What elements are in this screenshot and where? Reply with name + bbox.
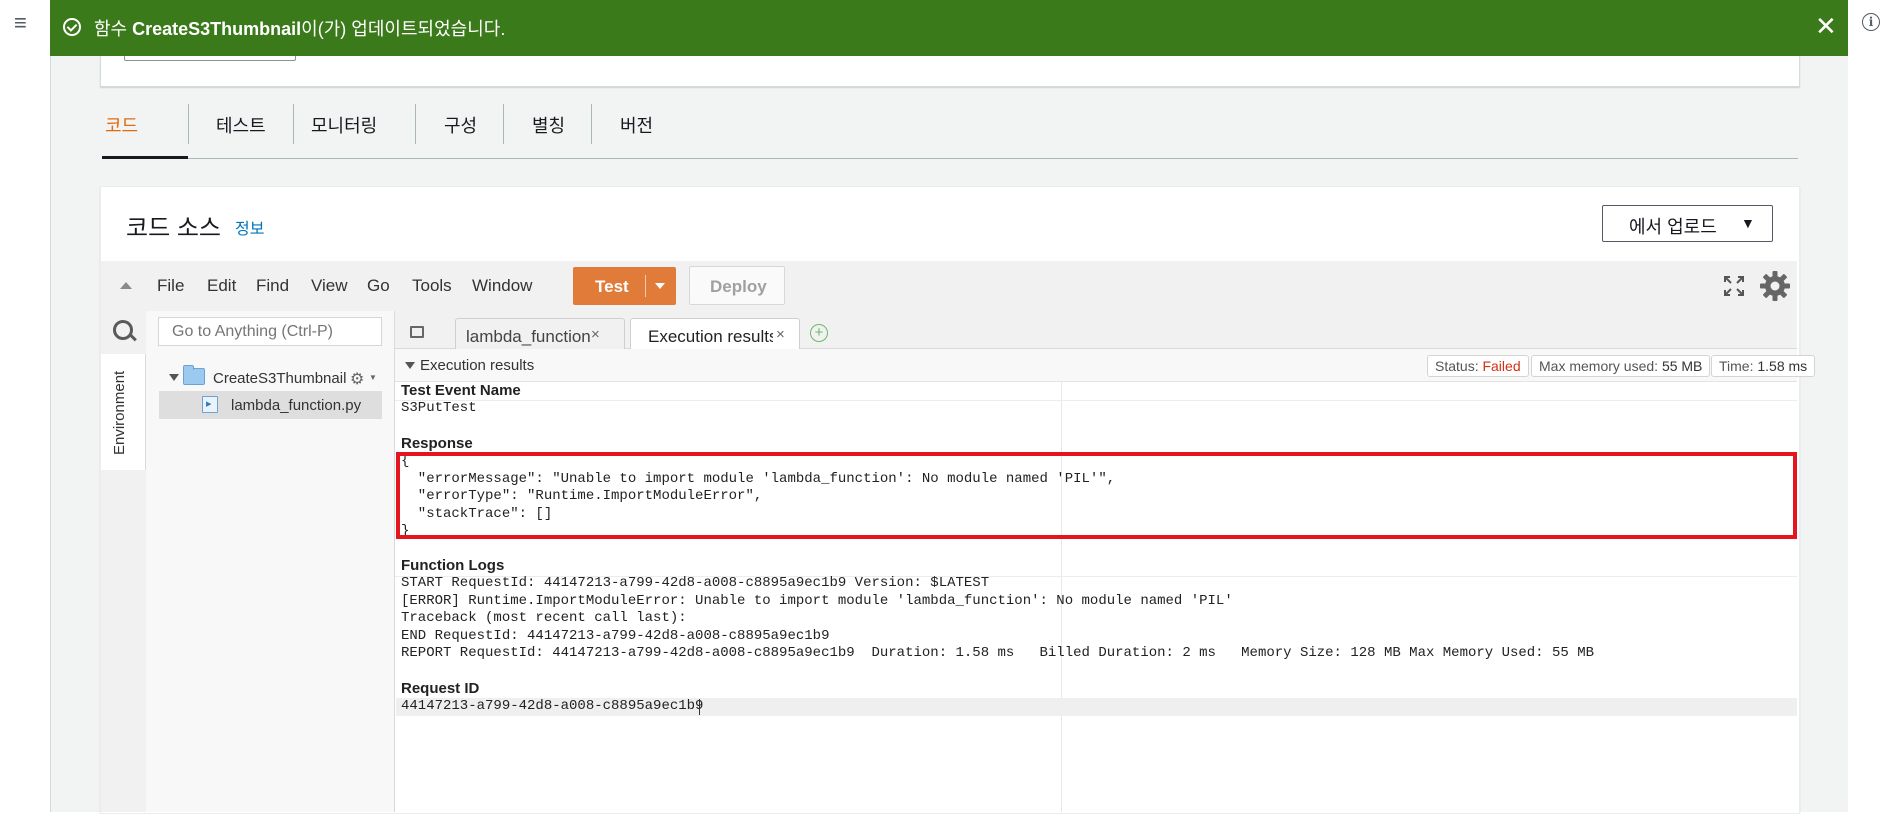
close-icon[interactable]: × (591, 326, 600, 343)
tab-monitoring[interactable]: 모니터링 (293, 100, 415, 160)
caret-down-icon[interactable]: ▼ (369, 373, 377, 382)
menu-tools[interactable]: Tools (412, 276, 452, 296)
deploy-button[interactable]: Deploy (689, 266, 785, 305)
divider (395, 400, 1797, 401)
menu-edit[interactable]: Edit (207, 276, 236, 296)
tab-label: 모니터링 (311, 116, 378, 136)
response-heading: Response (401, 435, 473, 452)
tree-expand-icon[interactable] (169, 374, 179, 381)
request-id-value: 44147213-a799-42d8-a008-c8895a9ec1b9 (401, 698, 704, 714)
time-value: 1.58 ms (1757, 358, 1808, 374)
tab-versions[interactable]: 버전 (591, 100, 679, 160)
success-check-icon (63, 18, 81, 36)
file-name[interactable]: lambda_function.py (231, 397, 361, 414)
editor-tab-lambda-function[interactable]: lambda_function × (455, 318, 625, 349)
search-icon[interactable] (113, 320, 133, 340)
python-file-icon (202, 396, 218, 413)
info-link[interactable]: 정보 (235, 215, 264, 239)
tab-label: 구성 (444, 116, 478, 136)
deploy-button-label: Deploy (710, 277, 767, 296)
tab-label: 별칭 (532, 116, 566, 136)
tab-test[interactable]: 테스트 (188, 100, 276, 160)
tabs-baseline (102, 158, 1798, 159)
split-divider (645, 275, 646, 297)
test-event-heading: Test Event Name (401, 382, 521, 399)
upload-from-button[interactable]: 에서 업로드 ▼ (1602, 205, 1773, 242)
tab-aliases[interactable]: 별칭 (503, 100, 591, 160)
flash-prefix: 함수 (94, 19, 133, 39)
function-overview-card (100, 56, 1800, 87)
memory-value: 55 MB (1661, 358, 1703, 374)
editor-tab-label: lambda_function (466, 327, 591, 346)
time-badge: Time: 1.58 ms (1711, 355, 1816, 377)
caret-down-icon[interactable] (655, 283, 665, 289)
tab-configuration[interactable]: 구성 (415, 100, 503, 160)
menu-go[interactable]: Go (367, 276, 390, 296)
status-value: Failed (1482, 358, 1521, 374)
folder-icon (183, 365, 205, 385)
caret-down-icon: ▼ (1741, 215, 1755, 231)
left-nav (0, 0, 50, 812)
close-icon[interactable]: × (776, 326, 785, 343)
tab-code[interactable]: 코드 (102, 100, 188, 160)
tab-menu-icon[interactable] (410, 326, 424, 338)
function-logs-body: START RequestId: 44147213-a799-42d8-a008… (401, 575, 1594, 662)
editor-tab-label: Execution results (648, 327, 773, 346)
time-label: Time: (1719, 358, 1758, 374)
flash-suffix: 이(가) 업데이트되었습니다. (301, 19, 506, 39)
gear-icon[interactable]: ⚙ (350, 369, 364, 389)
success-flash-banner: 함수 CreateS3Thumbnail이(가) 업데이트되었습니다. ✕ (50, 0, 1848, 56)
close-icon[interactable]: ✕ (1815, 12, 1837, 40)
gear-icon[interactable] (1759, 270, 1791, 302)
folder-name[interactable]: CreateS3Thumbnail (213, 370, 346, 387)
info-icon[interactable]: i (1862, 13, 1880, 31)
active-tab-indicator (102, 156, 188, 159)
results-title: Execution results (420, 357, 535, 374)
menu-window[interactable]: Window (472, 276, 532, 296)
memory-label: Max memory used: (1539, 358, 1662, 374)
go-to-anything-input[interactable] (158, 317, 382, 346)
menu-find[interactable]: Find (256, 276, 289, 296)
collapse-caret-icon[interactable] (405, 362, 415, 369)
environment-label: Environment (111, 370, 128, 455)
tab-label: 테스트 (216, 116, 266, 136)
hamburger-icon[interactable]: ≡ (14, 12, 27, 34)
request-id-heading: Request ID (401, 680, 480, 697)
test-button[interactable]: Test (573, 267, 676, 305)
fullscreen-icon[interactable] (1723, 275, 1745, 297)
tab-label: 코드 (105, 116, 139, 136)
test-event-value: S3PutTest (401, 400, 477, 416)
text-cursor (699, 699, 700, 715)
error-highlight-box (396, 452, 1797, 539)
function-logs-heading: Function Logs (401, 557, 505, 574)
ide-menu-bar (101, 261, 1797, 311)
test-button-label: Test (595, 277, 629, 296)
add-tab-icon[interactable]: + (810, 324, 828, 342)
tab-label: 버전 (620, 116, 654, 136)
function-tabs: 코드 테스트 모니터링 구성 별칭 버전 (102, 100, 1798, 160)
flash-message: 함수 CreateS3Thumbnail이(가) 업데이트되었습니다. (94, 15, 505, 41)
editor-tab-execution-results[interactable]: Execution results × (630, 318, 800, 350)
menu-file[interactable]: File (157, 276, 184, 296)
upload-button-label: 에서 업로드 (1629, 217, 1717, 237)
right-nav (1848, 0, 1896, 812)
status-label: Status: (1435, 358, 1483, 374)
memory-badge: Max memory used: 55 MB (1531, 355, 1711, 377)
menu-view[interactable]: View (311, 276, 348, 296)
status-badge: Status: Failed (1427, 355, 1529, 377)
collapse-up-icon[interactable] (120, 282, 132, 289)
panel-title: 코드 소스 (126, 215, 221, 242)
flash-function-name: CreateS3Thumbnail (132, 19, 302, 39)
